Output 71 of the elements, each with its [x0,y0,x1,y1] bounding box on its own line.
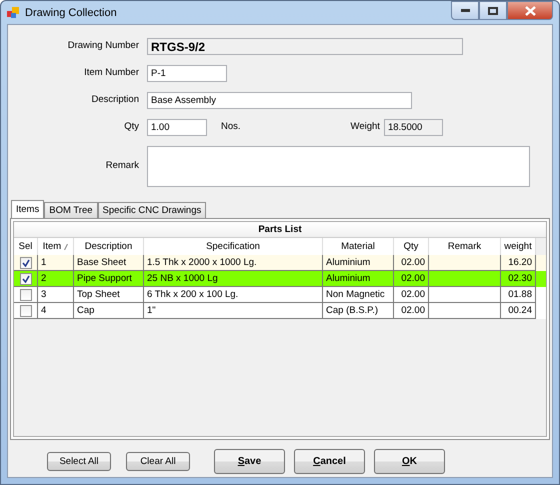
table-cell: 1 [41,257,46,268]
tab[interactable]: BOM Tree [44,202,98,218]
table-cell: 02.00 [401,305,425,316]
tab[interactable]: Items [11,200,44,218]
field-label: Drawing Number [66,39,140,51]
column-header[interactable]: Qty [394,238,429,255]
close-button[interactable] [507,1,553,20]
row-checkbox[interactable] [20,272,32,284]
field-label: Remark [104,159,140,171]
column-header[interactable]: Specification [144,238,323,255]
table-cell: Base Sheet [77,257,126,268]
table-cell: 1.5 Thk x 2000 x 1000 Lg. [147,257,257,268]
table-cell: 1" [147,305,156,316]
sort-icon [64,244,68,250]
table-cell: 00.24 [508,305,532,316]
table-title: Parts List [14,222,546,238]
action-button[interactable]: Select All [47,452,111,471]
remark-field[interactable] [147,146,530,187]
window-title: Drawing Collection [25,6,117,18]
item-number-field[interactable]: P-1 [147,65,227,82]
action-button[interactable]: Clear All [126,452,190,471]
table-cell: 16.20 [508,257,532,268]
table-cell: 25 NB x 1000 Lg [147,273,218,284]
tab[interactable]: Specific CNC Drawings [98,202,206,218]
table-cell: 2 [41,273,46,284]
table-cell: Aluminium [326,273,370,284]
table-cell: Top Sheet [77,289,120,300]
field-label: Item Number [83,66,140,78]
row-checkbox[interactable] [20,304,32,316]
field-label: Description [90,93,140,105]
table-cell: Cap (B.S.P.) [326,305,378,316]
qty-field[interactable]: 1.00 [147,119,207,136]
table-row[interactable]: 1 Base Sheet 1.5 Thk x 2000 x 1000 Lg. Aluminium 02.00 16.20 [14,255,546,271]
table-cell: 4 [41,305,46,316]
dialog-button[interactable]: Save [214,449,285,474]
column-header[interactable]: Description [74,238,144,255]
table-row[interactable]: 4 Cap 1" Cap (B.S.P.) 02.00 00.24 [14,303,546,319]
column-header[interactable]: Material [323,238,394,255]
table-cell: Non Magnetic [326,289,385,300]
drawing-number-field[interactable]: RTGS-9/2 [147,38,463,55]
table-cell: 3 [41,289,46,300]
table-cell: Aluminium [326,257,370,268]
description-field[interactable]: Base Assembly [147,92,412,109]
table-cell: 02.30 [508,273,532,284]
minimize-icon [460,9,470,12]
column-header[interactable]: Item [38,238,74,255]
close-icon [524,6,536,16]
dialog-button[interactable]: OK [374,449,445,474]
unit-label: Nos. [221,120,241,132]
row-checkbox[interactable] [20,256,32,268]
app-icon [7,6,19,18]
column-header[interactable]: Sel [14,238,38,255]
row-checkbox[interactable] [20,288,32,300]
dialog-button[interactable]: Cancel [294,449,365,474]
table-cell: 02.00 [401,289,425,300]
table-cell: Pipe Support [77,273,132,284]
table-cell: 6 Thk x 200 x 100 Lg. [147,289,238,300]
column-header[interactable]: weight [501,238,536,255]
minimize-button[interactable] [451,1,479,20]
table-cell: 02.00 [401,273,425,284]
table-row[interactable]: 3 Top Sheet 6 Thk x 200 x 100 Lg. Non Magnetic 02.00 01.88 [14,287,546,303]
maximize-button[interactable] [479,1,507,20]
table-cell: 01.88 [508,289,532,300]
table-row[interactable]: 2 Pipe Support 25 NB x 1000 Lg Aluminium 02.00 02.30 [14,271,546,287]
column-header[interactable]: Remark [429,238,501,255]
field-label: Qty [123,120,140,132]
weight-field[interactable]: 18.5000 [384,119,443,136]
table-cell: Cap [77,305,94,316]
field-label: Weight [350,120,380,132]
table-cell: 02.00 [401,257,425,268]
maximize-icon [488,6,498,14]
